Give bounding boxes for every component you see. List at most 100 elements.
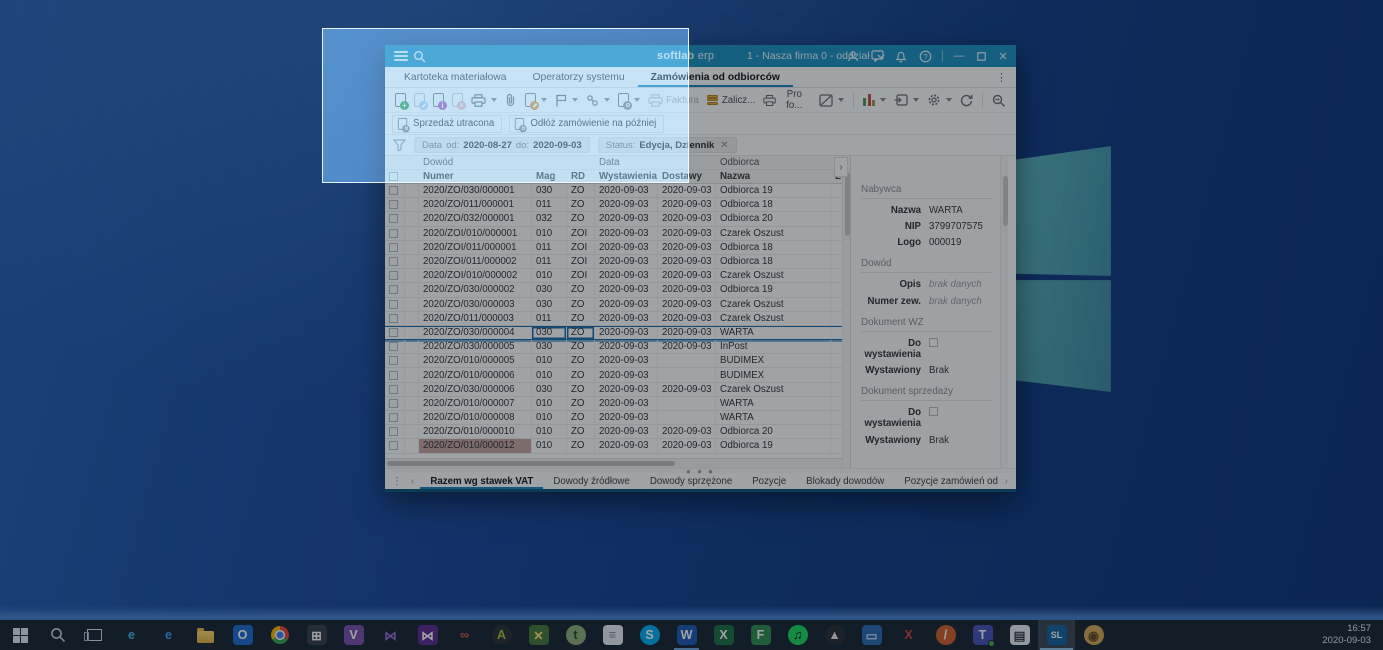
table-row[interactable]: 2020/ZOI/010/000001 010 ZOI 2020-09-03 2020-… [385,226,842,241]
print-invoice-button[interactable]: Faktura [645,92,702,109]
panel-expander-chevron[interactable]: › [834,157,848,177]
row-checkbox[interactable] [389,313,398,323]
column-header-wystawienia[interactable]: Wystawienia [595,170,658,183]
file-explorer-icon[interactable] [187,620,224,650]
chrome-icon[interactable] [261,620,298,650]
devops-infinity-icon[interactable]: ∞ [446,620,483,650]
row-checkbox[interactable] [389,200,398,210]
map-shield-tool-icon[interactable]: ✕ [520,620,557,650]
bottom-tab-dowody-źródłowe[interactable]: Dowody źródłowe [543,473,639,489]
help-icon[interactable]: ? [914,45,936,67]
user-icon[interactable] [842,45,864,67]
table-row[interactable]: 2020/ZO/010/000012 010 ZO 2020-09-03 2020-09… [385,439,842,454]
forms-diamond-icon[interactable]: F [742,620,779,650]
row-checkbox[interactable] [389,228,398,238]
document-info-button[interactable]: i [430,91,447,110]
table-row[interactable]: 2020/ZO/030/000005 030 ZO 2020-09-03 2020-09… [385,340,842,355]
column-header-numer[interactable]: Numer [419,170,532,183]
visual-studio-bowtie-icon[interactable]: ⋈ [372,620,409,650]
links-button[interactable] [583,92,613,109]
no-image-button[interactable] [816,92,847,109]
table-row[interactable]: 2020/ZO/010/000007 010 ZO 2020-09-03 WARTA [385,396,842,411]
table-row[interactable]: 2020/ZOI/010/000002 010 ZOI 2020-09-03 2020-… [385,269,842,284]
table-row[interactable]: 2020/ZOI/011/000002 011 ZOI 2020-09-03 2020-… [385,254,842,270]
column-header-dostawy[interactable]: Dostawy [658,170,716,183]
minimize-button[interactable]: — [949,46,969,66]
messages-icon[interactable] [866,45,888,67]
panel-vertical-scrollbar[interactable] [1000,156,1008,468]
hamburger-menu-icon[interactable] [394,51,408,61]
tab-kartoteka-materiałowa[interactable]: Kartoteka materiałowa [391,67,519,87]
dark-circle-app-icon[interactable]: ▲ [816,620,853,650]
horizontal-scrollbar-thumb[interactable] [387,461,675,466]
document-annotate-button[interactable] [522,91,550,110]
row-checkbox[interactable] [389,427,398,437]
outlook-icon[interactable]: O [224,620,261,650]
print-proforma-button[interactable]: Pro fo... [760,87,812,113]
settings-button[interactable] [924,91,955,109]
table-row[interactable]: 2020/ZO/030/000001 030 ZO 2020-09-03 2020-09… [385,184,842,199]
row-checkbox[interactable] [389,342,398,352]
word-icon[interactable]: W [668,620,705,650]
taskbar-search-icon[interactable] [39,620,76,650]
refresh-button[interactable] [957,92,976,109]
bottom-tab-pozycje-zamówień-od-odbiorców-pozostałe-dc[interactable]: Pozycje zamówień od odbiorców pozostałe … [894,473,998,489]
bottom-tabs-scroll-right-icon[interactable]: › [1001,476,1012,487]
remove-filter-icon[interactable]: ✕ [720,140,728,151]
bottom-tabs-scroll-left-icon[interactable]: ‹ [407,476,418,487]
grid-spreadsheet-app-icon[interactable]: ▤ [1001,620,1038,650]
print-button[interactable] [468,92,500,109]
row-checkbox[interactable] [389,285,398,295]
advance-payment-button[interactable]: Zalicz... [704,93,758,108]
flag-button[interactable] [552,92,581,109]
bottom-tab-menu-icon[interactable]: ⋮ [389,476,405,487]
start-button[interactable] [2,620,39,650]
search-icon[interactable] [408,45,430,67]
column-header-mag[interactable]: Mag [532,170,567,183]
column-header-nazwa[interactable]: Nazwa [716,170,831,183]
horizontal-scrollbar[interactable] [385,458,842,468]
table-row[interactable]: 2020/ZO/030/000003 030 ZO 2020-09-03 2020-09… [385,297,842,312]
visual-studio-dark-icon[interactable]: ⋈ [409,620,446,650]
filter-chip-status[interactable]: Status: Edycja, Dziennik ✕ [597,137,737,153]
close-button[interactable]: ✕ [993,46,1013,66]
remote-desktop-icon[interactable]: ▭ [853,620,890,650]
softlab-erp-icon[interactable]: SL [1038,620,1075,650]
row-checkbox[interactable] [389,299,398,309]
postpone-order-button[interactable]: Odłóż zamówienie na później [509,114,665,133]
bottom-tab-razem-wg-stawek-vat[interactable]: Razem wg stawek VAT [420,473,543,489]
tab-zamówienia-od-odbiorców[interactable]: Zamówienia od odbiorców [638,67,793,87]
row-checkbox[interactable] [389,186,398,196]
tortoise-svn-icon[interactable]: t [557,620,594,650]
row-checkbox[interactable] [389,356,398,366]
row-checkbox[interactable] [389,398,398,408]
notifications-bell-icon[interactable] [890,45,912,67]
tab-operatorzy-systemu[interactable]: Operatorzy systemu [519,67,637,87]
task-view-icon[interactable] [76,620,113,650]
row-checkbox[interactable] [389,441,398,451]
spotify-icon[interactable]: ♫ [779,620,816,650]
table-row[interactable]: 2020/ZO/030/000006 030 ZO 2020-09-03 2020-09… [385,382,842,397]
zoom-out-search-button[interactable] [989,92,1009,109]
maximize-button[interactable] [971,46,991,66]
table-row[interactable]: 2020/ZO/011/000001 011 ZO 2020-09-03 2020-09… [385,198,842,213]
filter-chip-date[interactable]: Data od: 2020-08-27 do: 2020-09-03 [414,137,590,153]
table-row[interactable]: 2020/ZO/032/000001 032 ZO 2020-09-03 2020-09… [385,212,842,227]
bottom-tab-dowody-sprzężone[interactable]: Dowody sprzężone [640,473,742,489]
edit-document-button[interactable] [411,91,428,110]
table-row[interactable]: 2020/ZO/010/000006 010 ZO 2020-09-03 BUDIMEX [385,368,842,383]
row-checkbox[interactable] [389,384,398,394]
lost-sale-button[interactable]: Sprzedaż utracona [392,114,503,133]
table-row[interactable]: 2020/ZO/030/000004 030 ZO 2020-09-03 2020-09… [385,325,842,341]
row-checkbox[interactable] [389,214,398,224]
document-settings-button[interactable] [615,91,643,110]
row-checkbox[interactable] [389,271,398,281]
row-checkbox[interactable] [389,328,398,338]
android-studio-icon[interactable]: A [483,620,520,650]
row-checkbox[interactable] [389,242,398,252]
internet-explorer-icon[interactable]: e [113,620,150,650]
edge-icon[interactable]: e [150,620,187,650]
skype-icon[interactable]: S [631,620,668,650]
row-checkbox[interactable] [389,370,398,380]
table-vertical-scrollbar[interactable] [842,156,850,468]
